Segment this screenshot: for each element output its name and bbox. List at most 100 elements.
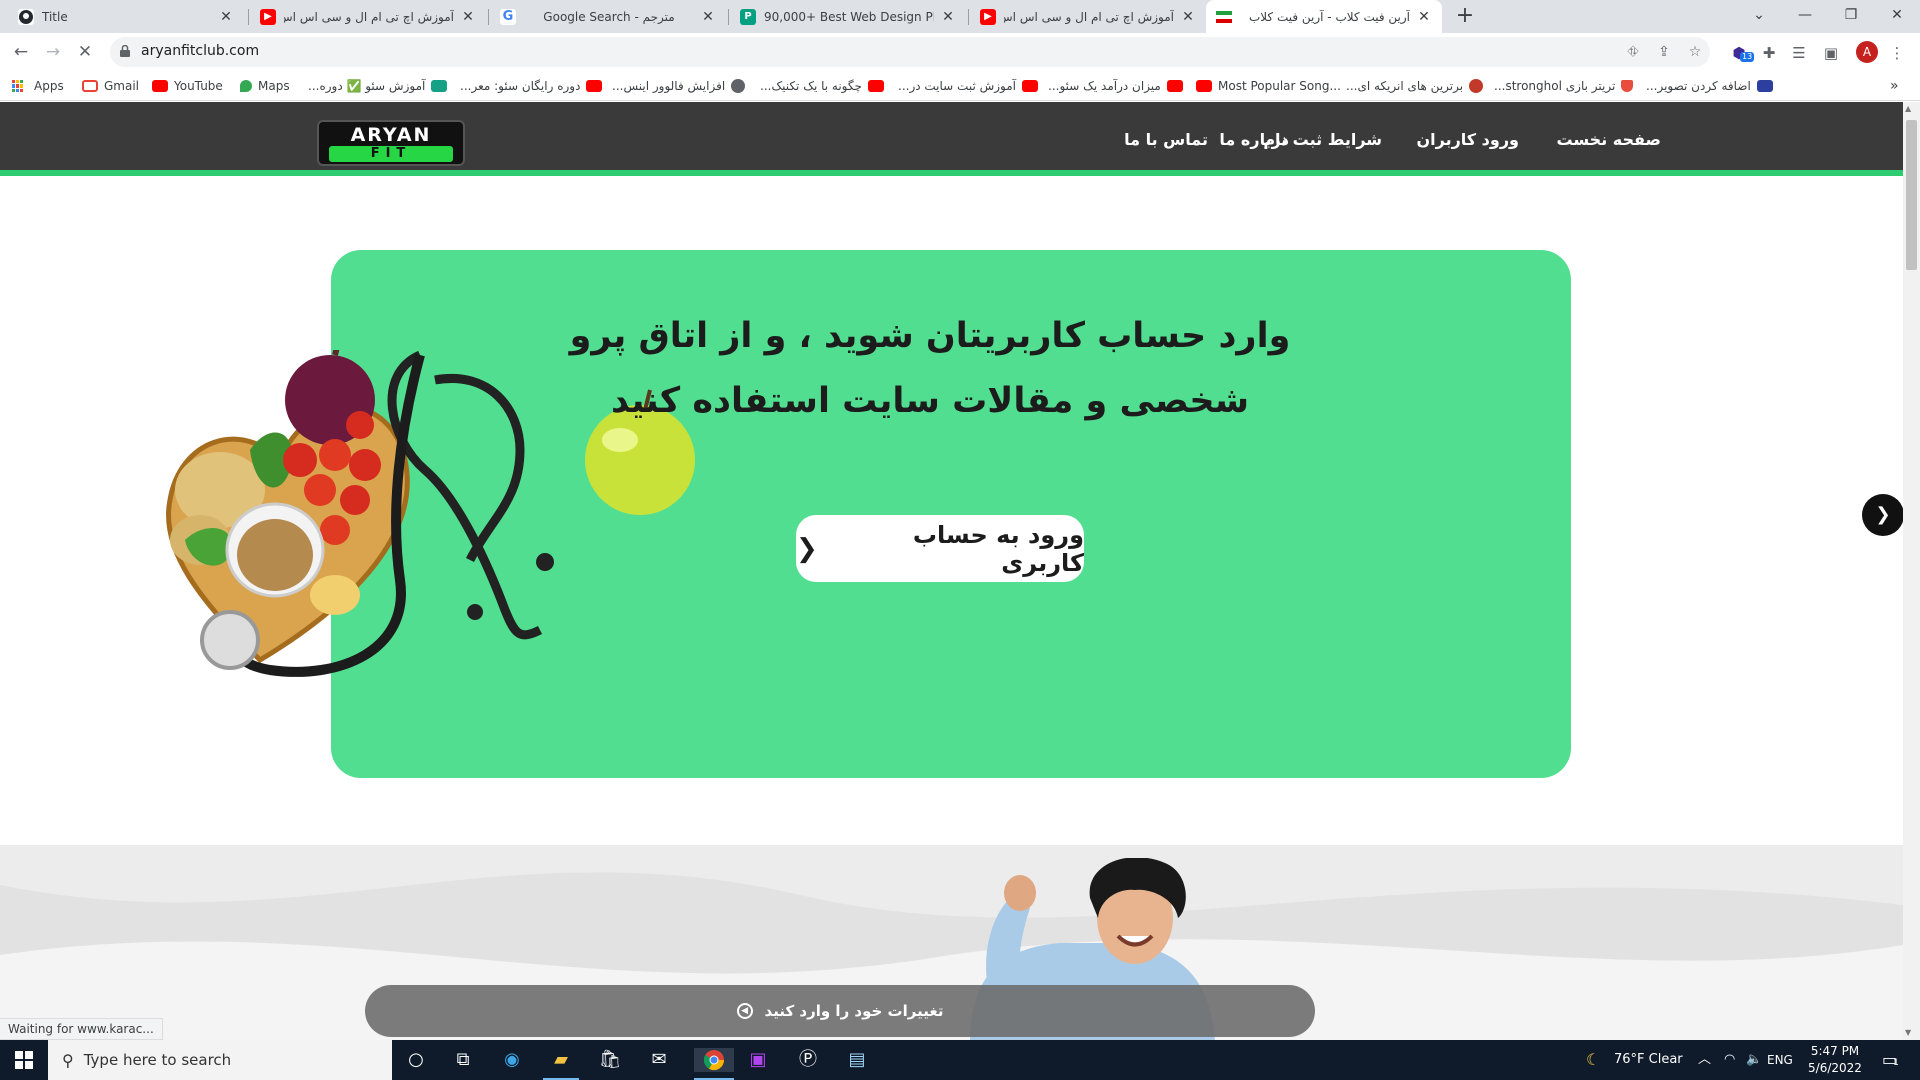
lock-icon <box>120 45 130 57</box>
side-panel-icon[interactable]: ▣ <box>1820 42 1842 64</box>
new-tab-button[interactable]: + <box>1452 4 1478 30</box>
file-explorer-icon[interactable]: ▰ <box>547 1048 575 1072</box>
bookmark-free-seo[interactable]: دوره رایگان سئو: معر... <box>460 77 603 95</box>
maps-icon <box>240 80 252 92</box>
share-icon[interactable]: ⇪ <box>1654 42 1674 62</box>
globe-icon <box>731 79 746 93</box>
bookmark-apps[interactable]: Apps <box>12 77 64 95</box>
tab-divider <box>488 9 489 25</box>
close-icon[interactable]: ✕ <box>460 9 476 25</box>
bookmark-technique[interactable]: چگونه با یک تکنیک... <box>760 77 884 95</box>
nav-contact-us[interactable]: تماس با ما <box>1124 130 1208 149</box>
mail-icon[interactable]: ✉ <box>645 1048 673 1072</box>
volume-icon[interactable]: 🔈 <box>1746 1040 1762 1080</box>
bookmark-label: اضافه کردن تصویر... <box>1646 79 1751 93</box>
taskbar-search-box[interactable]: ⚲ Type here to search <box>48 1040 392 1080</box>
hero-line-1: وارد حساب کاربریتان شوید ، و از اتاق پرو <box>569 316 1291 356</box>
youtube-icon: ▶ <box>260 8 276 25</box>
notepad-icon[interactable]: ▤ <box>843 1048 871 1072</box>
window-close-icon[interactable]: ✕ <box>1874 0 1920 33</box>
store-icon[interactable]: 🛍 <box>596 1048 624 1072</box>
gmail-icon <box>82 80 98 92</box>
bookmark-enrique[interactable]: برترین های انریکه ای... <box>1346 77 1484 95</box>
tab-1[interactable]: ▶ آموزش اچ تی ام ال و سی اس اس - ✕ <box>250 0 486 33</box>
tab-4[interactable]: ▶ آموزش اچ تی ام ال و سی اس اس - ✕ <box>970 0 1206 33</box>
menu-kebab-icon[interactable]: ⋮ <box>1886 42 1908 64</box>
bookmark-add-image[interactable]: اضافه کردن تصویر... <box>1646 77 1773 95</box>
bookmarks-overflow-icon[interactable]: » <box>1890 77 1899 95</box>
notification-center-icon[interactable]: ▭1 <box>1882 1040 1899 1080</box>
nav-home[interactable]: صفحه نخست <box>1556 130 1661 149</box>
tab-0[interactable]: Title ✕ <box>8 0 244 33</box>
bookmark-site-register[interactable]: آموزش ثبت سایت در... <box>898 77 1039 95</box>
tab-search-icon[interactable]: ⌄ <box>1736 0 1782 33</box>
close-icon[interactable]: ✕ <box>218 9 234 25</box>
profile-avatar[interactable]: A <box>1856 41 1878 63</box>
google-icon: G <box>500 8 516 25</box>
back-icon[interactable]: ← <box>8 39 34 65</box>
stethoscope-earpiece <box>536 553 554 571</box>
taskbar-clock[interactable]: 5:47 PM 5/6/2022 <box>1800 1043 1870 1077</box>
cortana-icon[interactable]: ○ <box>402 1048 430 1072</box>
weather-moon-icon[interactable]: ☾ <box>1586 1040 1600 1080</box>
close-icon[interactable]: ✕ <box>940 9 956 25</box>
task-view-icon[interactable]: ⧉ <box>449 1048 477 1072</box>
pushbullet-icon[interactable]: Ⓟ <box>794 1048 822 1072</box>
tab-2[interactable]: G Google Search - مترجم ✕ <box>490 0 726 33</box>
extensions-puzzle-icon[interactable]: ✚ <box>1758 42 1780 64</box>
nav-about-us[interactable]: درباره ما <box>1219 130 1289 149</box>
nav-user-login[interactable]: ورود کاربران <box>1416 130 1519 149</box>
forward-icon[interactable]: → <box>40 39 66 65</box>
bookmarks-bar: Apps Gmail YouTube Maps آموزش سئو ✅ دوره… <box>0 71 1920 101</box>
restore-icon[interactable]: ❐ <box>1828 0 1874 33</box>
cherry-tomato <box>346 411 374 439</box>
bookmark-popular-songs[interactable]: Most Popular Song... <box>1196 77 1341 95</box>
edge-icon[interactable]: ◉ <box>498 1048 526 1072</box>
close-icon[interactable]: ✕ <box>1416 9 1432 25</box>
url-text[interactable]: aryanfitclub.com <box>141 43 259 59</box>
minimize-icon[interactable]: — <box>1782 0 1828 33</box>
hero-heading: وارد حساب کاربریتان شوید ، و از اتاق پرو… <box>530 304 1330 434</box>
bookmark-label: Most Popular Song... <box>1218 79 1341 93</box>
address-bar[interactable]: aryanfitclub.com ⛗ ⇪ ☆ <box>110 37 1710 67</box>
tab-3[interactable]: P 90,000+ Best Web Design Photos ✕ <box>730 0 966 33</box>
bookmark-youtube[interactable]: YouTube <box>152 77 223 95</box>
language-indicator[interactable]: ENG <box>1767 1040 1793 1080</box>
bookmark-stronghold-trainer[interactable]: تریتر بازی stronghol... <box>1494 77 1634 95</box>
bookmark-label: افزایش فالوور اینس... <box>612 79 726 93</box>
windows-taskbar: ⚲ Type here to search ○ ⧉ ◉ ▰ 🛍 ✉ ▣ Ⓟ ▤ … <box>0 1040 1920 1080</box>
tab-divider <box>968 9 969 25</box>
close-icon[interactable]: ✕ <box>1180 9 1196 25</box>
save-changes-bar[interactable]: تغییرات خود را وارد کنید ◀ <box>365 985 1315 1037</box>
tab-5-active[interactable]: آرین فیت کلاب - آرین فیت کلاب ✕ <box>1206 0 1442 33</box>
bookmark-label: تریتر بازی stronghol... <box>1494 79 1616 93</box>
scroll-down-arrow-icon[interactable]: ▼ <box>1905 1028 1911 1037</box>
bookmark-star-icon[interactable]: ☆ <box>1685 42 1705 62</box>
bookmark-seo-income[interactable]: میزان درآمد یک سئو... <box>1048 77 1183 95</box>
extension-badge-icon[interactable]: ⬢ 13 <box>1728 42 1755 64</box>
scroll-up-arrow-icon[interactable]: ▲ <box>1905 104 1911 113</box>
stop-loading-icon[interactable]: ✕ <box>72 39 98 65</box>
slider-next-button[interactable]: ❯ <box>1862 494 1904 536</box>
translate-icon[interactable]: ⛗ <box>1623 42 1643 62</box>
stethoscope-earpiece <box>467 604 483 620</box>
notification-count: 1 <box>1893 1058 1899 1068</box>
bookmark-instagram-followers[interactable]: افزایش فالوور اینس... <box>612 77 746 95</box>
bookmark-maps[interactable]: Maps <box>240 77 290 95</box>
bookmark-gmail[interactable]: Gmail <box>82 77 139 95</box>
wifi-icon[interactable]: ◠ <box>1724 1040 1735 1080</box>
scroll-thumb[interactable] <box>1906 120 1917 270</box>
chrome-icon[interactable] <box>694 1048 734 1072</box>
phpstorm-icon[interactable]: ▣ <box>744 1048 772 1072</box>
aryanfit-logo[interactable]: ARYAN FIT <box>317 120 465 166</box>
close-icon[interactable]: ✕ <box>700 9 716 25</box>
aryanfit-icon <box>1216 8 1232 25</box>
tray-chevron-up-icon[interactable]: ︿ <box>1698 1040 1711 1080</box>
windows-start-button[interactable] <box>0 1040 48 1080</box>
weather-text[interactable]: 76°F Clear <box>1614 1040 1683 1080</box>
bookmark-seo-course[interactable]: آموزش سئو ✅ دوره... <box>308 77 448 95</box>
graduation-icon <box>431 80 448 92</box>
reading-list-icon[interactable]: ☰ <box>1788 42 1810 64</box>
login-account-button[interactable]: ورود به حساب کاربری ❮ <box>796 515 1084 582</box>
cherry-tomato <box>304 474 336 506</box>
